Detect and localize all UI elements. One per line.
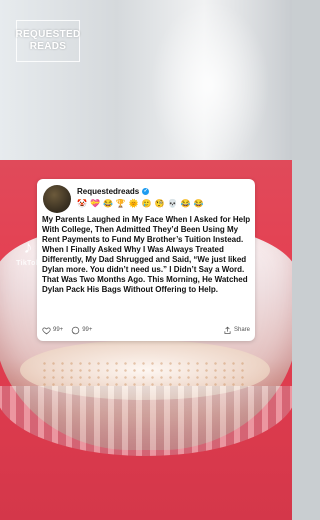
emoji: 😂 <box>180 199 191 208</box>
emoji: 😂 <box>102 199 113 208</box>
post-text: My Parents Laughed in My Face When I Ask… <box>42 215 251 294</box>
comment-button[interactable]: 99+ <box>71 326 92 335</box>
comment-icon <box>71 326 80 334</box>
post-card[interactable]: Requestedreads ✓ 🤡 💝 😂 🏆 🌞 🥲 🧐 💀 😂 😂 My … <box>37 179 255 341</box>
share-label: Share <box>233 327 250 333</box>
like-count: 99+ <box>53 327 64 333</box>
background-light <box>150 0 270 170</box>
heart-icon <box>42 326 51 334</box>
emoji: 💝 <box>89 199 100 208</box>
author-row[interactable]: Requestedreads ✓ <box>77 187 150 196</box>
post-actions: 99+ 99+ Share <box>42 325 250 335</box>
emoji: 🥲 <box>141 199 152 208</box>
emoji: 💀 <box>167 199 178 208</box>
emoji: 🧐 <box>154 199 165 208</box>
verified-badge-icon: ✓ <box>142 188 150 195</box>
avatar[interactable] <box>43 185 71 213</box>
brand-line-1: REQUESTED <box>15 29 81 40</box>
comment-count: 99+ <box>82 327 93 333</box>
author-name[interactable]: Requestedreads <box>77 187 139 196</box>
share-icon <box>224 326 231 334</box>
emoji: 😂 <box>193 199 204 208</box>
brand-line-2: READS <box>29 41 67 52</box>
emoji-row: 🤡 💝 😂 🏆 🌞 🥲 🧐 💀 😂 😂 <box>77 199 204 209</box>
emoji: 🏆 <box>115 199 126 208</box>
emoji: 🤡 <box>77 199 87 208</box>
share-button[interactable]: Share <box>223 326 250 335</box>
like-button[interactable]: 99+ <box>42 326 63 335</box>
brand-watermark: REQUESTED READS <box>16 20 80 62</box>
emoji: 🌞 <box>128 199 139 208</box>
